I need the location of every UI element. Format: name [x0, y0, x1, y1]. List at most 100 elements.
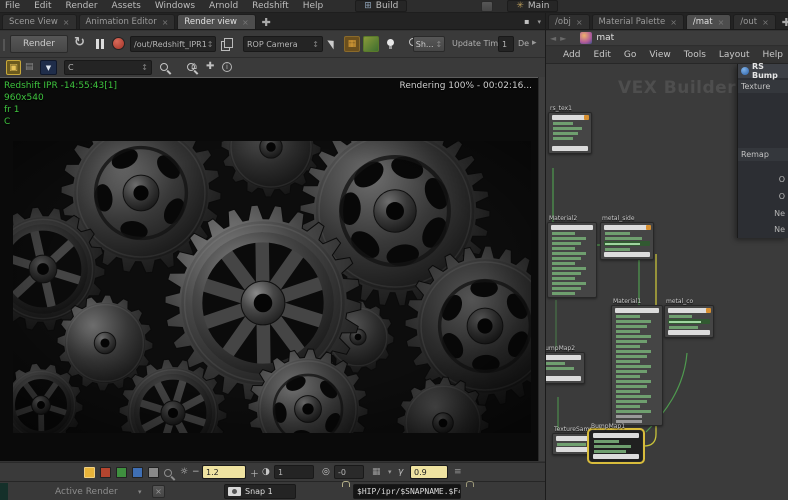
channel-alpha-swatch[interactable] [148, 467, 159, 478]
copy-rop-icon[interactable] [224, 38, 233, 48]
close-icon[interactable]: × [670, 18, 677, 27]
menu-arnold[interactable]: Arnold [209, 1, 238, 11]
offset-field[interactable]: -0 [334, 465, 364, 479]
main-menubar: File Edit Render Assets Windows Arnold R… [0, 0, 788, 13]
new-tab-button[interactable]: ✚ [258, 16, 275, 29]
render-mode-label[interactable]: Active Render [55, 487, 118, 497]
exposure-decrement[interactable]: − [192, 467, 200, 477]
menu-layout[interactable]: Layout [719, 50, 750, 60]
pause-icon[interactable] [96, 39, 104, 49]
menu-edit[interactable]: Edit [593, 50, 610, 60]
menu-edit[interactable]: Edit [34, 1, 51, 11]
menu-view[interactable]: View [649, 50, 670, 60]
node-material2[interactable]: Material2 [547, 215, 597, 298]
tab-obj[interactable]: /obj × [548, 14, 590, 29]
menu-redshift[interactable]: Redshift [252, 1, 289, 11]
node-parameter-row [615, 354, 659, 358]
tab-material-palette[interactable]: Material Palette × [591, 14, 684, 29]
close-icon[interactable]: × [576, 18, 583, 27]
info-icon[interactable]: i [222, 62, 232, 72]
tab-animation-editor[interactable]: Animation Editor × [78, 14, 176, 29]
channel-green-swatch[interactable] [116, 467, 127, 478]
menu-assets[interactable]: Assets [112, 1, 141, 11]
node-parameter-row [615, 364, 659, 368]
node-picker-icon[interactable] [327, 37, 338, 50]
close-icon[interactable]: × [242, 18, 249, 27]
menu-render[interactable]: Render [66, 1, 98, 11]
menu-help[interactable]: Help [303, 1, 324, 11]
shelf-selector[interactable]: ✳ Main [507, 0, 559, 12]
home-view-icon[interactable]: ⌂ [191, 61, 197, 72]
update-time-field[interactable]: 1 [498, 36, 514, 52]
toolbar-overflow-icon[interactable]: ▸ [532, 38, 537, 48]
chevron-down-icon[interactable]: ▾ [138, 488, 142, 496]
menubar-extra-button[interactable] [481, 0, 494, 12]
plane-select[interactable]: C ↕ [64, 60, 152, 75]
pane-options-icon[interactable]: ▪ [524, 17, 529, 26]
contrast-field[interactable]: 1 [274, 465, 314, 479]
channel-all-swatch[interactable] [84, 467, 95, 478]
node-metal-side[interactable]: metal_side [600, 215, 654, 260]
camera-select[interactable]: ROP Camera ↕ [243, 36, 323, 52]
render-viewport[interactable]: Redshift IPR -14:55:43[1] 960x540 fr 1 C… [0, 77, 538, 461]
panel-section-remap[interactable]: Remap [738, 148, 788, 161]
viewport-scrollbar[interactable] [538, 77, 545, 461]
chevron-down-icon[interactable]: ▾ [388, 468, 392, 476]
snapshot-field[interactable]: Snap 1 [224, 484, 296, 499]
curves-icon[interactable]: ≡ [454, 467, 462, 477]
snapshot-path-field[interactable]: $HIP/ipr/$SNAPNAME.$F4 [353, 484, 461, 499]
menu-file[interactable]: File [5, 1, 20, 11]
menu-tools[interactable]: Tools [684, 50, 706, 60]
close-icon[interactable]: × [63, 18, 70, 27]
tab-scene-view[interactable]: Scene View × [2, 14, 77, 29]
node-bumpmap2[interactable]: BumpMap2 [546, 345, 585, 384]
close-icon[interactable]: × [162, 18, 169, 27]
render-plane-overlay: C [4, 117, 11, 127]
new-tab-button[interactable]: ✚ [778, 16, 788, 29]
tab-mat[interactable]: /mat × [685, 14, 732, 29]
node-bumpmap1[interactable]: BumpMap1 [587, 423, 645, 464]
breadcrumb[interactable]: mat [596, 33, 614, 43]
exposure-field[interactable]: 1.2 [202, 465, 246, 479]
record-icon[interactable] [112, 37, 125, 50]
display-options-button[interactable]: ▼ [40, 60, 57, 75]
snapshot-compare-icon[interactable] [363, 36, 379, 52]
brightness-icon: ☼ [180, 467, 189, 477]
menu-add[interactable]: Add [563, 50, 580, 60]
zoom-in-icon[interactable] [160, 63, 168, 71]
node-metal-co[interactable]: metal_co [664, 298, 714, 338]
stop-render-button[interactable]: × [152, 485, 165, 498]
menu-windows[interactable]: Windows [155, 1, 195, 11]
mplay-icon[interactable]: ▣ [6, 60, 21, 75]
pan-icon[interactable]: ✚ [206, 61, 214, 72]
nav-back-icon[interactable]: ◄ [550, 34, 556, 43]
menu-go[interactable]: Go [624, 50, 636, 60]
desktop-selector[interactable]: ⊞ Build [355, 0, 408, 12]
rop-path-select[interactable]: /out/Redshift_IPR1 ↕ [130, 36, 216, 52]
panel-tab-texture[interactable]: Texture [738, 80, 788, 93]
menu-help[interactable]: Help [763, 50, 784, 60]
lut-icon[interactable]: ▦ [372, 467, 381, 477]
tab-out[interactable]: /out × [733, 14, 776, 29]
tab-render-view[interactable]: Render view × [177, 14, 256, 29]
pane-menu-chevron-icon[interactable]: ▾ [537, 18, 541, 26]
node-material1[interactable]: Material1 [611, 298, 663, 426]
panel-header[interactable]: RS Bump [738, 62, 788, 80]
close-icon[interactable]: × [718, 18, 725, 27]
refresh-icon[interactable]: ↻ [74, 35, 85, 50]
channel-blue-swatch[interactable] [132, 467, 143, 478]
channel-red-swatch[interactable] [100, 467, 111, 478]
gamma-field[interactable]: 0.9 [410, 465, 448, 479]
exposure-increment[interactable]: ＋ [250, 467, 259, 480]
pixel-inspect-icon[interactable] [164, 469, 172, 477]
node-parameter-row [551, 246, 593, 250]
panel-spacer [738, 93, 788, 146]
lights-icon[interactable] [387, 39, 394, 49]
shader-mode-button[interactable]: Sh... ↕ [413, 36, 445, 52]
view-layout-icon[interactable]: ▤ [25, 62, 34, 72]
render-region-icon[interactable]: ▦ [344, 36, 360, 52]
render-button[interactable]: Render [10, 35, 68, 53]
node-rs-tex1[interactable]: rs_tex1 [548, 105, 592, 154]
nav-forward-icon[interactable]: ► [560, 34, 566, 43]
close-icon[interactable]: × [762, 18, 769, 27]
